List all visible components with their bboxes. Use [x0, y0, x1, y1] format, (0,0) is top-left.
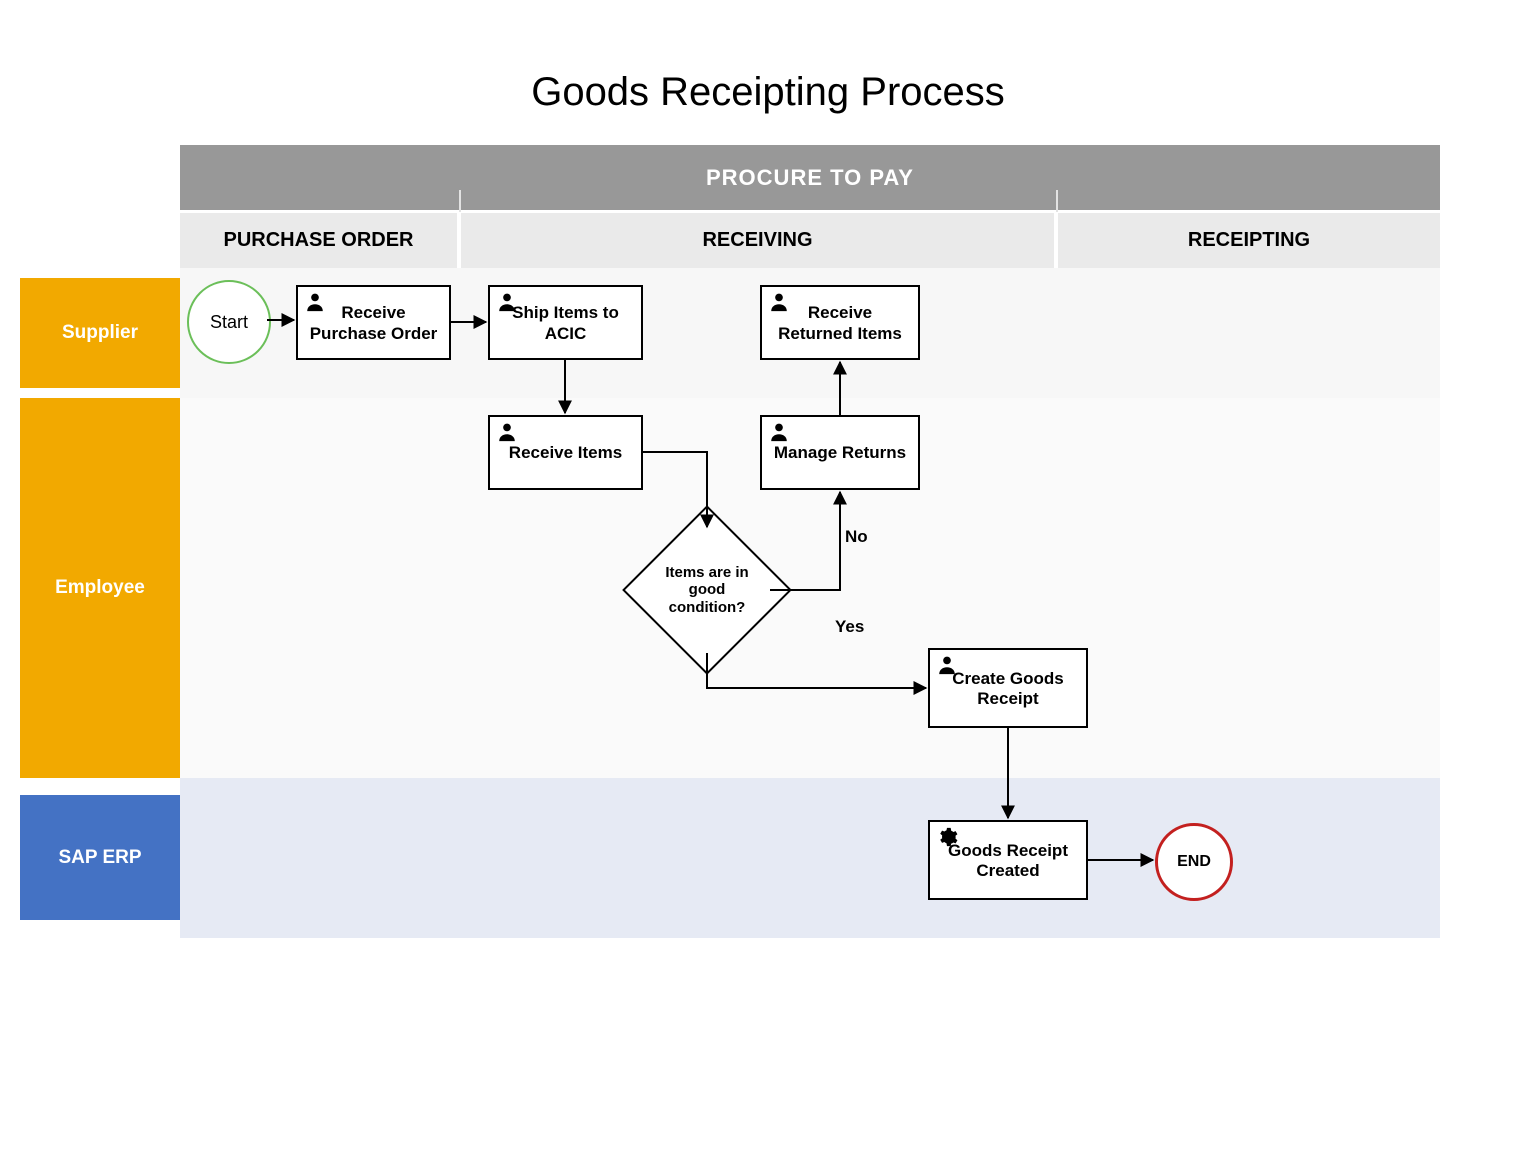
person-icon [936, 654, 958, 676]
lane-employee: Employee [20, 398, 180, 778]
node-receive-returned: Receive Returned Items [760, 285, 920, 360]
node-label: Manage Returns [774, 443, 906, 463]
person-icon [496, 421, 518, 443]
node-label: Goods Receipt Created [938, 841, 1078, 882]
column-receiving: RECEIVING [461, 213, 1054, 268]
node-receive-items: Receive Items [488, 415, 643, 490]
node-label: Receive Returned Items [770, 303, 910, 344]
header-separator [1056, 190, 1058, 212]
header-separator [459, 190, 461, 212]
node-manage-returns: Manage Returns [760, 415, 920, 490]
node-receive-po: Receive Purchase Order [296, 285, 451, 360]
node-label: Ship Items to ACIC [498, 303, 633, 344]
start-label: Start [210, 312, 248, 333]
lane-bg-sap [180, 778, 1440, 938]
node-label: Create Goods Receipt [938, 669, 1078, 710]
decision-items-condition: Items are in good condition? [647, 530, 767, 650]
person-icon [304, 291, 326, 313]
page-title: Goods Receipting Process [0, 70, 1536, 115]
node-label: Receive Items [509, 443, 622, 463]
column-receipting: RECEIPTING [1058, 213, 1440, 268]
gear-icon [936, 826, 958, 848]
node-goods-receipt-created: Goods Receipt Created [928, 820, 1088, 900]
person-icon [768, 291, 790, 313]
person-icon [768, 421, 790, 443]
edge-label-no: No [845, 527, 868, 547]
column-purchase-order: PURCHASE ORDER [180, 213, 457, 268]
decision-label: Items are in good condition? [647, 530, 767, 650]
end-label: END [1177, 853, 1211, 871]
node-ship-items: Ship Items to ACIC [488, 285, 643, 360]
end-node: END [1155, 823, 1233, 901]
header-procure-to-pay: PROCURE TO PAY [180, 145, 1440, 210]
edge-label-yes: Yes [835, 617, 864, 637]
start-node: Start [187, 280, 271, 364]
lane-sap: SAP ERP [20, 795, 180, 920]
lane-supplier: Supplier [20, 278, 180, 388]
person-icon [496, 291, 518, 313]
node-label: Receive Purchase Order [306, 303, 441, 344]
node-create-goods-receipt: Create Goods Receipt [928, 648, 1088, 728]
